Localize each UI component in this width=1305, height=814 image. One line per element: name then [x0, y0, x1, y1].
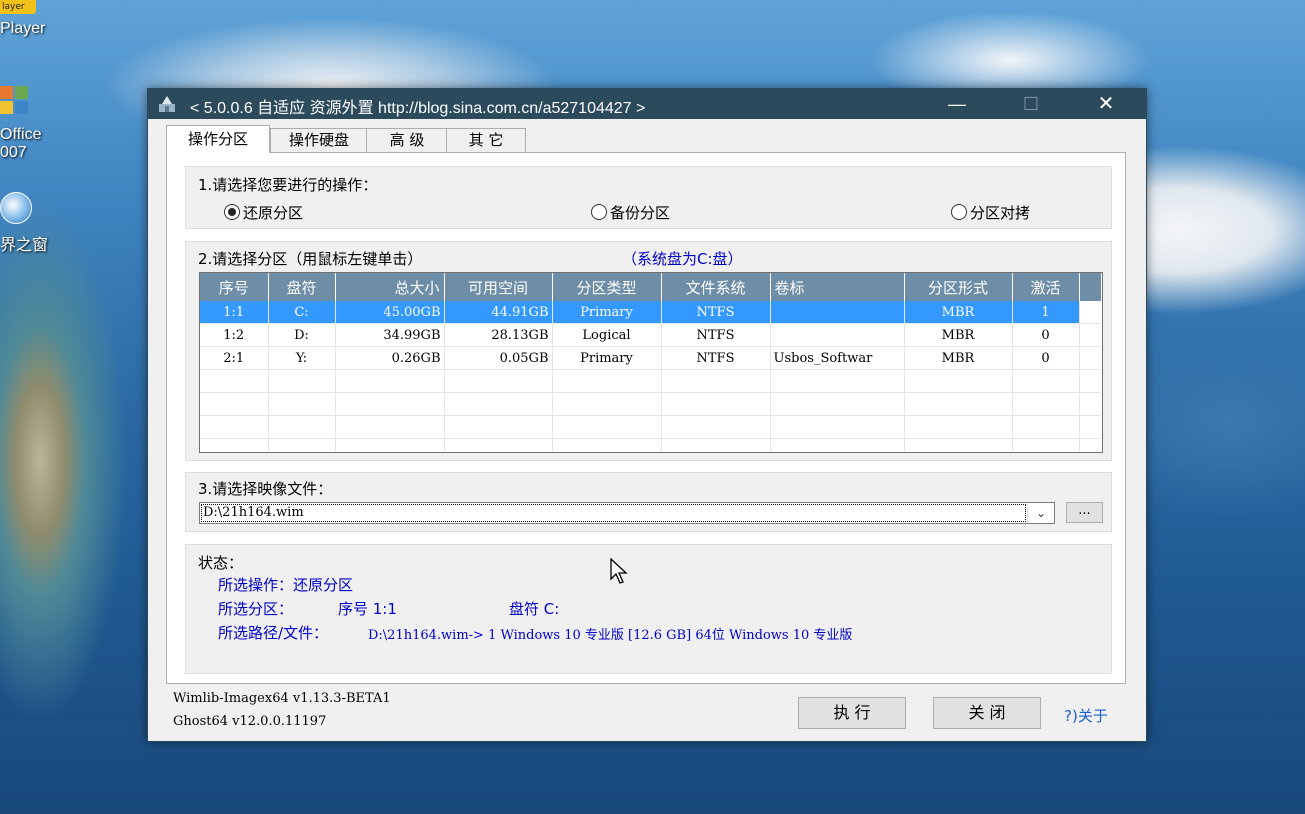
cell: Primary — [552, 301, 662, 324]
cell: NTFS — [661, 346, 771, 370]
cell: Y: — [268, 346, 336, 370]
cell: 44.91GB — [444, 301, 553, 324]
cell: Primary — [552, 346, 662, 370]
col-drive[interactable]: 盘符 — [268, 273, 336, 301]
tab-operate-disk[interactable]: 操作硬盘 — [270, 128, 368, 152]
browse-button[interactable]: ... — [1066, 502, 1103, 523]
radio-copy[interactable]: 分区对拷 — [951, 202, 1030, 223]
cell: 0 — [1012, 346, 1080, 370]
col-seq[interactable]: 序号 — [200, 273, 269, 301]
image-path-combobox[interactable]: D:\21h164.wim ⌄ — [199, 502, 1055, 524]
cell: 28.13GB — [444, 323, 553, 347]
operation-group: 1.请选择您要进行的操作： 还原分区 备份分区 分区对拷 — [185, 166, 1112, 229]
cell — [770, 301, 905, 324]
radio-dot-icon — [224, 204, 240, 220]
image-path-value: D:\21h164.wim — [203, 505, 304, 520]
cell: 2:1 — [200, 346, 269, 370]
table-row[interactable]: 1:2 D: 34.99GB 28.13GB Logical NTFS MBR … — [200, 323, 1101, 347]
radio-restore[interactable]: 还原分区 — [224, 202, 303, 223]
window-title: < 5.0.0.6 自适应 资源外置 http://blog.sina.com.… — [190, 100, 646, 117]
col-scheme[interactable]: 分区形式 — [904, 273, 1013, 301]
table-row-empty — [200, 415, 1101, 439]
partition-table[interactable]: 序号 盘符 总大小 可用空间 分区类型 文件系统 卷标 分区形式 激活 1:1 … — [199, 272, 1103, 453]
execute-button[interactable]: 执 行 — [798, 697, 906, 729]
ghost-version: Ghost64 v12.0.0.11197 — [173, 714, 327, 729]
section1-label: 1.请选择您要进行的操作： — [198, 176, 378, 194]
mouse-cursor-icon — [610, 558, 628, 584]
status-partition-drive: 盘符 C: — [509, 600, 560, 618]
cell: 45.00GB — [335, 301, 445, 324]
cell: Usbos_Softwar — [770, 346, 905, 370]
table-row-empty — [200, 369, 1101, 393]
col-type[interactable]: 分区类型 — [552, 273, 662, 301]
close-dialog-button[interactable]: 关 闭 — [933, 697, 1041, 729]
cell: 0 — [1012, 323, 1080, 347]
cell: NTFS — [661, 323, 771, 347]
office-icon — [0, 86, 30, 116]
system-disk-hint: （系统盘为C:盘） — [622, 250, 743, 268]
cell: MBR — [904, 346, 1013, 370]
desktop-icon-label: Player — [0, 20, 46, 37]
cell: D: — [268, 323, 336, 347]
cell: MBR — [904, 323, 1013, 347]
cell: 1 — [1012, 301, 1080, 324]
focus-rect — [201, 504, 1026, 522]
table-header: 序号 盘符 总大小 可用空间 分区类型 文件系统 卷标 分区形式 激活 — [200, 273, 1101, 301]
status-partition-prefix: 所选分区： — [218, 600, 294, 618]
desktop-icon-label: Office 007 — [0, 126, 42, 161]
table-row[interactable]: 2:1 Y: 0.26GB 0.05GB Primary NTFS Usbos_… — [200, 346, 1101, 370]
globe-icon — [0, 192, 32, 224]
table-row[interactable]: 1:1 C: 45.00GB 44.91GB Primary NTFS MBR … — [200, 301, 1101, 324]
cell-filler — [1079, 323, 1101, 347]
col-total[interactable]: 总大小 — [335, 273, 445, 301]
status-path-prefix: 所选路径/文件： — [218, 624, 329, 642]
tab-advanced[interactable]: 高 级 — [366, 128, 448, 152]
cell-filler — [1079, 346, 1101, 370]
cell: 0.26GB — [335, 346, 445, 370]
tab-operate-partition[interactable]: 操作分区 — [166, 125, 270, 153]
col-active[interactable]: 激活 — [1012, 273, 1080, 301]
status-path-value: D:\21h164.wim-> 1 Windows 10 专业版 [12.6 G… — [368, 628, 853, 643]
title-bar[interactable]: < 5.0.0.6 自适应 资源外置 http://blog.sina.com.… — [148, 89, 1146, 119]
col-free[interactable]: 可用空间 — [444, 273, 553, 301]
app-window: < 5.0.0.6 自适应 资源外置 http://blog.sina.com.… — [147, 88, 1147, 742]
cell: 0.05GB — [444, 346, 553, 370]
maximize-button[interactable]: ☐ — [1008, 89, 1054, 119]
about-link[interactable]: ?)关于 — [1064, 705, 1108, 726]
status-operation: 所选操作：还原分区 — [218, 576, 354, 594]
radio-backup[interactable]: 备份分区 — [591, 202, 670, 223]
col-filler — [1079, 273, 1101, 301]
player-badge: layer — [0, 0, 36, 14]
col-fs[interactable]: 文件系统 — [661, 273, 771, 301]
app-icon — [159, 96, 175, 112]
cell: C: — [268, 301, 336, 324]
cell: NTFS — [661, 301, 771, 324]
cell: MBR — [904, 301, 1013, 324]
tab-other[interactable]: 其 它 — [446, 128, 526, 152]
chevron-down-icon[interactable]: ⌄ — [1027, 503, 1054, 523]
section3-label: 3.请选择映像文件： — [198, 480, 333, 498]
wimlib-version: Wimlib-Imagex64 v1.13.3-BETA1 — [173, 691, 391, 706]
minimize-button[interactable]: — — [934, 89, 980, 119]
cell: 1:1 — [200, 301, 269, 324]
status-label: 状态： — [198, 554, 244, 572]
close-button[interactable]: ✕ — [1083, 89, 1129, 119]
cell-filler — [1079, 301, 1101, 324]
table-row-empty — [200, 392, 1101, 416]
table-row-empty — [200, 438, 1101, 452]
radio-dot-icon — [951, 204, 967, 220]
status-group: 状态： — [185, 544, 1112, 674]
cell: Logical — [552, 323, 662, 347]
status-partition-seq: 序号 1:1 — [338, 600, 397, 618]
cell — [770, 323, 905, 347]
col-label[interactable]: 卷标 — [770, 273, 905, 301]
radio-dot-icon — [591, 204, 607, 220]
cell: 34.99GB — [335, 323, 445, 347]
section2-label: 2.请选择分区（用鼠标左键单击） — [198, 250, 423, 268]
desktop-icon-label: 界之窗 — [0, 237, 49, 254]
cell: 1:2 — [200, 323, 269, 347]
